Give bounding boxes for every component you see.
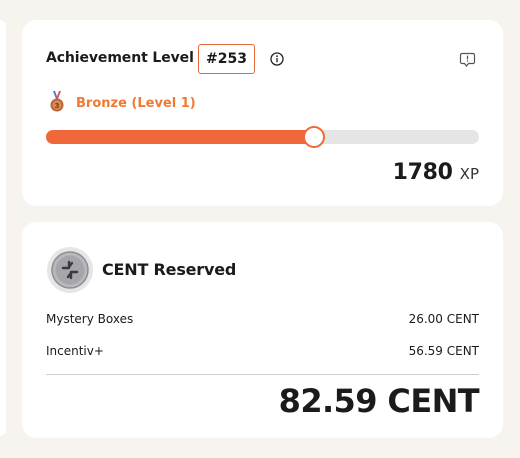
left-panel-edge bbox=[0, 20, 6, 436]
svg-text:3: 3 bbox=[55, 102, 60, 110]
xp-progress-knob bbox=[303, 126, 326, 148]
achievement-card: Achievement Level #253 3 Bronze (Level 1… bbox=[22, 20, 503, 206]
row-value: 26.00 CENT bbox=[408, 312, 479, 326]
list-item: Incentiv+ 56.59 CENT bbox=[46, 344, 479, 358]
rank-badge: #253 bbox=[198, 44, 255, 74]
level-label: Bronze (Level 1) bbox=[76, 96, 196, 111]
cent-title: CENT Reserved bbox=[102, 260, 237, 279]
cent-reserved-card: CENT Reserved Mystery Boxes 26.00 CENT I… bbox=[22, 222, 503, 438]
xp-progress-bar bbox=[46, 126, 479, 148]
divider bbox=[46, 374, 479, 375]
cent-coin-icon bbox=[47, 247, 93, 293]
xp-unit: XP bbox=[459, 165, 479, 183]
info-circle-icon[interactable] bbox=[270, 52, 284, 66]
row-label: Incentiv+ bbox=[46, 344, 104, 358]
xp-readout: 1780 XP bbox=[393, 160, 479, 185]
xp-progress-fill bbox=[46, 130, 315, 144]
row-label: Mystery Boxes bbox=[46, 312, 134, 326]
achievement-title: Achievement Level bbox=[46, 50, 194, 66]
row-value: 56.59 CENT bbox=[408, 344, 479, 358]
xp-value: 1780 bbox=[392, 160, 453, 185]
list-item: Mystery Boxes 26.00 CENT bbox=[46, 312, 479, 326]
cent-total: 82.59 CENT bbox=[278, 382, 480, 420]
bronze-medal-icon: 3 bbox=[50, 91, 64, 112]
report-icon[interactable] bbox=[459, 51, 476, 68]
